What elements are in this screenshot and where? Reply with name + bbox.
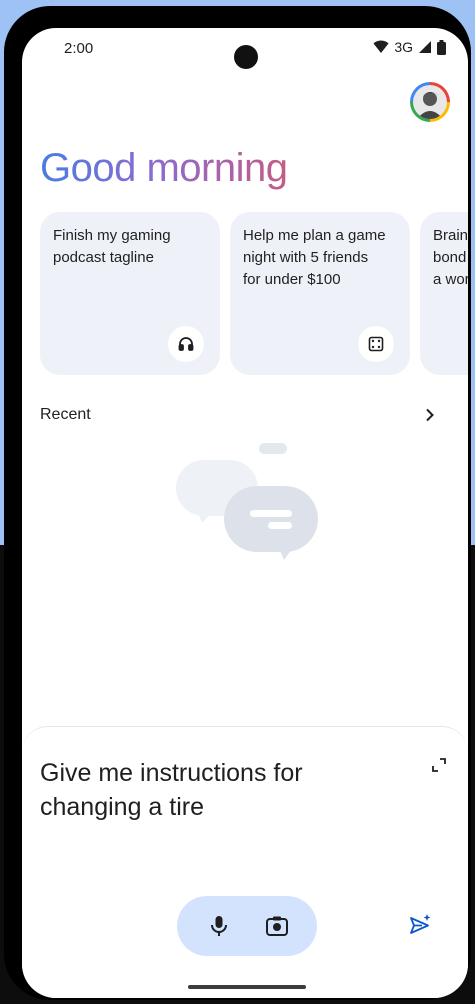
status-time: 2:00	[64, 40, 94, 57]
home-indicator[interactable]	[188, 985, 306, 989]
send-icon[interactable]	[408, 913, 432, 937]
suggestion-carousel: Finish my gaming podcast tagline Help me…	[40, 212, 468, 376]
microphone-icon[interactable]	[206, 913, 232, 939]
camera-icon[interactable]	[264, 913, 290, 939]
battery-icon	[437, 39, 446, 55]
suggestion-text: Brains bond a wor	[433, 227, 468, 288]
recent-heading: Recent	[40, 406, 91, 423]
prompt-input[interactable]: Give me instructions for changing a tire	[40, 756, 370, 824]
dice-icon	[358, 326, 394, 362]
avatar-photo	[413, 85, 447, 119]
wifi-icon	[373, 40, 389, 53]
chevron-right-icon[interactable]	[420, 405, 440, 425]
suggestion-text: Help me plan a game night with 5 friends…	[243, 227, 386, 288]
expand-icon[interactable]	[430, 756, 448, 774]
network-type: 3G	[394, 39, 413, 55]
greeting-title: Good morning	[40, 146, 288, 190]
suggestion-text: Finish my gaming podcast tagline	[53, 227, 171, 266]
empty-chat-illustration	[176, 443, 318, 560]
signal-icon	[419, 41, 431, 53]
app-screen: 2:00 3G Good morning Finish my gaming po…	[22, 28, 468, 998]
front-camera	[234, 45, 258, 69]
headphones-icon	[168, 326, 204, 362]
suggestion-card[interactable]: Finish my gaming podcast tagline	[40, 212, 220, 375]
input-actions-pill	[177, 896, 317, 956]
suggestion-card[interactable]: Help me plan a game night with 5 friends…	[230, 212, 410, 375]
phone-frame: 2:00 3G Good morning Finish my gaming po…	[4, 6, 471, 1000]
account-avatar[interactable]	[410, 82, 450, 122]
suggestion-card[interactable]: Brains bond a wor	[420, 212, 468, 375]
status-bar: 2:00 3G	[22, 28, 468, 72]
status-icons: 3G	[373, 39, 446, 55]
